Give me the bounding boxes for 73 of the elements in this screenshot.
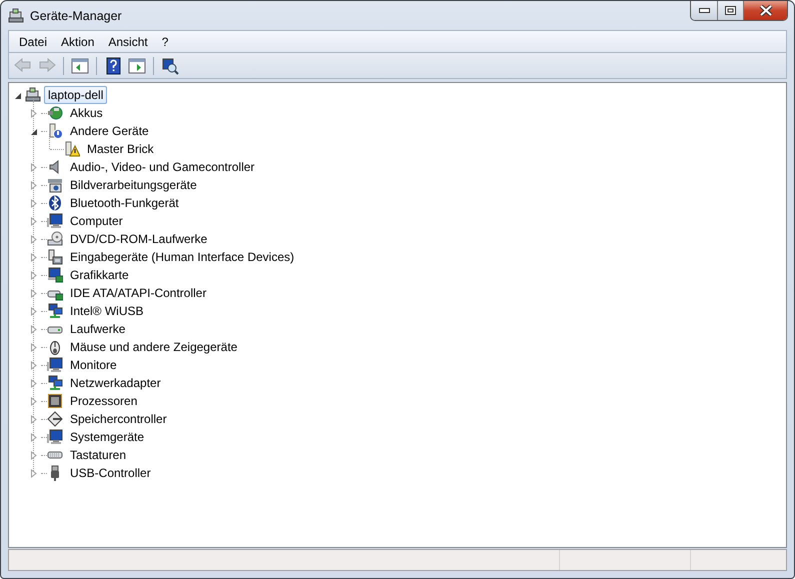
- window-title: Geräte-Manager: [30, 8, 122, 22]
- collapsed-arrow-icon[interactable]: [29, 216, 38, 226]
- disc-drive-icon: [47, 231, 63, 247]
- collapsed-arrow-icon[interactable]: [29, 324, 38, 334]
- tree-item[interactable]: IDE ATA/ATAPI-Controller: [66, 284, 210, 302]
- network-icon: [47, 375, 63, 391]
- battery-icon: [47, 105, 63, 121]
- tree-item[interactable]: Systemgeräte: [66, 428, 148, 446]
- tree-item[interactable]: Prozessoren: [66, 392, 142, 410]
- tree-item[interactable]: Bluetooth-Funkgerät: [66, 194, 183, 212]
- tree-item[interactable]: Speichercontroller: [66, 410, 171, 428]
- camera-icon: [47, 177, 63, 193]
- action-pane-icon: [128, 56, 146, 74]
- tree-item[interactable]: Andere Geräte: [66, 122, 153, 140]
- mouse-icon: [47, 339, 63, 355]
- tree-item[interactable]: Computer: [66, 212, 127, 230]
- tree-item[interactable]: Netzwerkadapter: [66, 374, 165, 392]
- minimize-button[interactable]: [691, 1, 717, 20]
- forward-arrow-icon: [38, 56, 56, 74]
- menu-item[interactable]: Aktion: [54, 32, 102, 50]
- collapsed-arrow-icon[interactable]: [29, 234, 38, 244]
- collapsed-arrow-icon[interactable]: [29, 288, 38, 298]
- tree-item[interactable]: Grafikkarte: [66, 266, 133, 284]
- menu-item[interactable]: ?: [154, 32, 176, 50]
- tree-item[interactable]: Tastaturen: [66, 446, 130, 464]
- computer-icon: [25, 87, 41, 103]
- collapsed-arrow-icon[interactable]: [29, 162, 38, 172]
- collapsed-arrow-icon[interactable]: [29, 198, 38, 208]
- collapsed-arrow-icon[interactable]: [29, 396, 38, 406]
- collapsed-arrow-icon[interactable]: [29, 432, 38, 442]
- app-icon: [8, 8, 24, 24]
- tree-item[interactable]: Monitore: [66, 356, 121, 374]
- close-icon: [758, 5, 772, 16]
- collapsed-arrow-icon[interactable]: [29, 270, 38, 280]
- collapsed-arrow-icon[interactable]: [29, 450, 38, 460]
- collapsed-arrow-icon[interactable]: [29, 252, 38, 262]
- tree-item[interactable]: USB-Controller: [66, 464, 155, 482]
- maximize-icon: [725, 6, 736, 15]
- collapsed-arrow-icon[interactable]: [29, 306, 38, 316]
- collapsed-arrow-icon[interactable]: [29, 180, 38, 190]
- minimize-icon: [698, 8, 710, 13]
- tree-item[interactable]: DVD/CD-ROM-Laufwerke: [66, 230, 212, 248]
- expanded-arrow-icon[interactable]: [13, 90, 22, 100]
- storage-controller-icon: [47, 411, 63, 427]
- tree-item[interactable]: Bildverarbeitungsgeräte: [66, 176, 201, 194]
- collapsed-arrow-icon[interactable]: [29, 360, 38, 370]
- tree-item[interactable]: Mäuse und andere Zeigegeräte: [66, 338, 242, 356]
- expanded-arrow-icon[interactable]: [29, 126, 38, 136]
- input-device-icon: [47, 249, 63, 265]
- collapsed-arrow-icon[interactable]: [29, 378, 38, 388]
- collapsed-arrow-icon[interactable]: [29, 414, 38, 424]
- help-icon: [104, 56, 122, 74]
- tree-item[interactable]: Laufwerke: [66, 320, 130, 338]
- close-button[interactable]: [743, 1, 787, 20]
- tree-item[interactable]: Intel® WiUSB: [66, 302, 148, 320]
- device-question-icon: [47, 123, 63, 139]
- tree-item[interactable]: Audio-, Video- und Gamecontroller: [66, 158, 259, 176]
- tree-item[interactable]: laptop-dell: [44, 86, 108, 104]
- scan-hardware-icon: [161, 56, 179, 74]
- tree-item[interactable]: Master Brick: [83, 140, 158, 158]
- collapsed-arrow-icon[interactable]: [29, 342, 38, 352]
- back-arrow-icon: [14, 56, 32, 74]
- menu-item[interactable]: Ansicht: [101, 32, 155, 50]
- collapsed-arrow-icon[interactable]: [29, 108, 38, 118]
- tree-item[interactable]: Akkus: [66, 104, 107, 122]
- tree-item[interactable]: Eingabegeräte (Human Interface Devices): [66, 248, 298, 266]
- collapsed-arrow-icon[interactable]: [29, 468, 38, 478]
- network-icon: [47, 303, 63, 319]
- bluetooth-icon: [47, 195, 63, 211]
- maximize-button[interactable]: [717, 1, 743, 20]
- device-warning-icon: [64, 141, 80, 157]
- console-tree-icon: [71, 56, 89, 74]
- menu-item[interactable]: Datei: [12, 32, 54, 50]
